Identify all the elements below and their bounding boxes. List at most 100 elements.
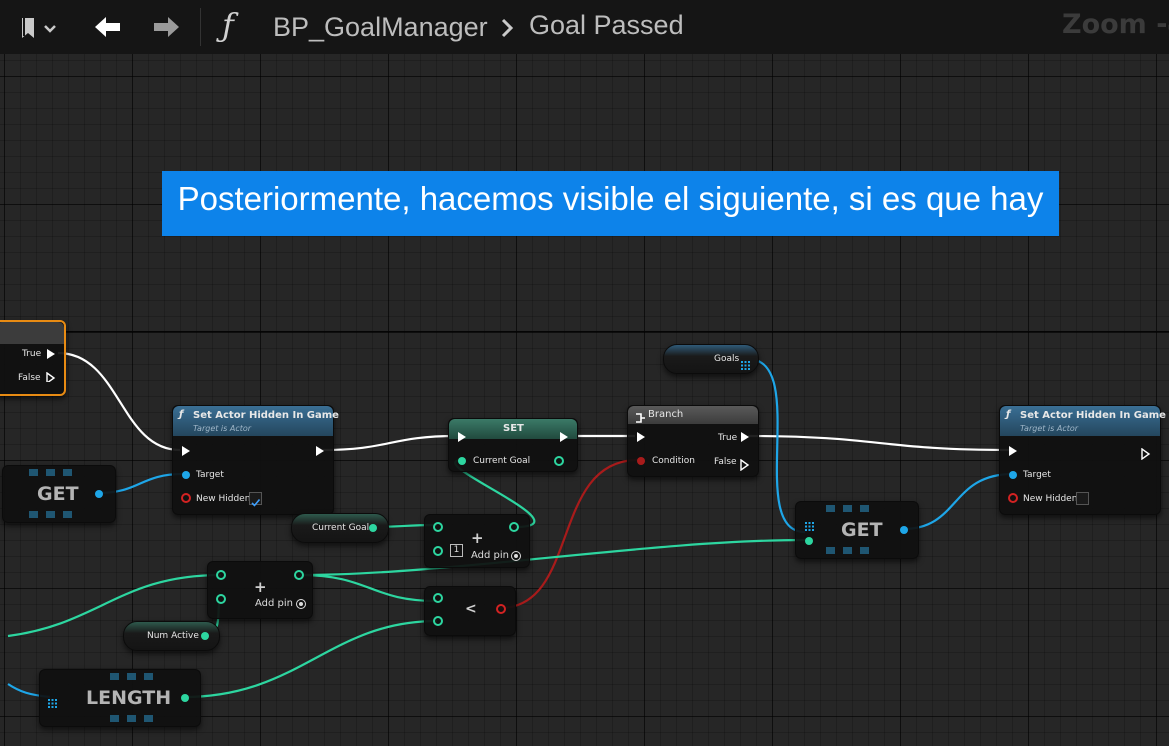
int-wire-length xyxy=(183,619,438,699)
new-hidden-checkbox[interactable] xyxy=(249,492,262,507)
exec-in-pin[interactable] xyxy=(182,446,190,456)
b-input-pin[interactable] xyxy=(433,616,443,626)
exec-wire-1 xyxy=(57,351,181,452)
plus-icon: + xyxy=(471,529,484,547)
false-exec-pin[interactable] xyxy=(740,456,750,475)
branch-node[interactable]: Branch True Condition False xyxy=(627,405,759,477)
breadcrumb-function[interactable]: Goal Passed xyxy=(529,10,684,41)
get-label: GET xyxy=(841,519,883,541)
current-goal-variable-node[interactable]: Current Goal xyxy=(291,513,389,543)
object-wire-right xyxy=(902,472,1014,531)
true-pin-label: True xyxy=(22,349,42,359)
branch-node-left[interactable]: True False xyxy=(0,320,66,396)
array-grid-icon[interactable] xyxy=(48,693,57,712)
true-pin-label: True xyxy=(718,433,738,443)
function-icon: ƒ xyxy=(1006,409,1011,420)
condition-pin[interactable] xyxy=(637,457,645,465)
sum-output-pin[interactable] xyxy=(294,570,304,580)
goals-variable-node[interactable]: Goals xyxy=(663,344,759,374)
length-output-pin[interactable] xyxy=(181,694,189,702)
zoom-level: Zoom -4 xyxy=(1062,9,1169,40)
exec-in-pin[interactable] xyxy=(637,432,645,442)
exec-out-pin[interactable] xyxy=(560,432,568,442)
less-than-node[interactable]: < xyxy=(424,586,516,636)
length-label: LENGTH xyxy=(86,687,172,709)
node-title: Set Actor Hidden In Game xyxy=(1020,410,1166,421)
add-pin-icon[interactable] xyxy=(511,551,521,561)
target-label: Target xyxy=(1023,470,1051,480)
checkmark-icon xyxy=(251,498,261,507)
exec-wire-4 xyxy=(747,434,1011,452)
breadcrumb-graph[interactable]: BP_GoalManager xyxy=(273,12,488,43)
set-current-goal-node[interactable]: SET Current Goal xyxy=(448,418,578,472)
set-actor-hidden-node-1[interactable]: ƒ Set Actor Hidden In Game Target is Act… xyxy=(172,405,339,515)
node-title: Branch xyxy=(648,409,684,420)
target-pin[interactable] xyxy=(1009,471,1017,479)
exec-in-pin[interactable] xyxy=(1009,446,1017,456)
sum-output-pin[interactable] xyxy=(509,522,519,532)
set-actor-hidden-node-2[interactable]: ƒ Set Actor Hidden In Game Target is Act… xyxy=(999,405,1166,515)
target-label: Target xyxy=(196,470,224,480)
less-than-symbol: < xyxy=(465,601,477,617)
new-hidden-checkbox[interactable] xyxy=(1076,492,1089,505)
goals-label: Goals xyxy=(714,354,740,364)
add-pin-label[interactable]: Add pin xyxy=(255,598,293,609)
current-goal-out-pin[interactable] xyxy=(554,456,564,466)
blueprint-graph-canvas[interactable]: Posteriormente, hacemos visible el sigui… xyxy=(0,54,1169,746)
add-pin-icon[interactable] xyxy=(296,599,306,609)
get-output-pin[interactable] xyxy=(900,526,908,534)
num-active-label: Num Active xyxy=(147,631,199,641)
get-array-node-left[interactable]: GET xyxy=(2,465,116,523)
false-pin-label: False xyxy=(18,373,41,383)
add-node-bottom[interactable]: + Add pin xyxy=(207,561,313,619)
add-node-top[interactable]: 1 + Add pin xyxy=(424,514,530,568)
true-exec-pin[interactable] xyxy=(47,349,55,359)
condition-label: Condition xyxy=(652,456,695,466)
a-input-pin[interactable] xyxy=(433,522,443,532)
plus-icon: + xyxy=(254,578,267,596)
get-array-node-right[interactable]: GET xyxy=(795,501,919,559)
target-pin[interactable] xyxy=(182,471,190,479)
current-goal-label: Current Goal xyxy=(312,523,370,533)
b-literal-box[interactable]: 1 xyxy=(450,544,463,557)
a-input-pin[interactable] xyxy=(216,570,226,580)
get-output-pin[interactable] xyxy=(95,490,103,498)
current-goal-pin-label: Current Goal xyxy=(473,456,531,466)
exec-out-pin[interactable] xyxy=(316,446,324,456)
b-input-pin[interactable] xyxy=(433,546,443,556)
current-goal-out-pin[interactable] xyxy=(369,524,377,532)
current-goal-in-pin[interactable] xyxy=(458,457,466,465)
bool-output-pin[interactable] xyxy=(496,604,506,614)
get-label: GET xyxy=(37,483,79,505)
node-title: Set Actor Hidden In Game xyxy=(193,410,339,421)
function-icon: ƒ xyxy=(222,6,234,44)
graph-toolbar: ƒ BP_GoalManager Goal Passed Zoom -4 xyxy=(0,0,1169,54)
exec-wire-2 xyxy=(321,434,457,452)
a-input-pin[interactable] xyxy=(433,593,443,603)
toolbar-divider xyxy=(200,8,201,46)
node-title: SET xyxy=(503,423,524,434)
new-hidden-pin[interactable] xyxy=(181,493,191,503)
array-grid-icon[interactable] xyxy=(805,516,814,535)
bookmark-icon[interactable] xyxy=(16,14,56,42)
num-active-out-pin[interactable] xyxy=(201,632,209,640)
add-pin-label[interactable]: Add pin xyxy=(471,550,509,561)
node-subtitle: Target is Actor xyxy=(193,424,252,433)
node-subtitle: Target is Actor xyxy=(1020,424,1079,433)
b-input-pin[interactable] xyxy=(216,594,226,604)
array-grid-icon[interactable] xyxy=(741,355,750,374)
new-hidden-pin[interactable] xyxy=(1008,493,1018,503)
exec-out-pin[interactable] xyxy=(1141,445,1151,464)
index-pin[interactable] xyxy=(805,537,813,545)
back-arrow-icon[interactable] xyxy=(92,13,124,45)
length-node[interactable]: LENGTH xyxy=(39,669,201,727)
forward-arrow-icon[interactable] xyxy=(150,13,182,45)
int-wire-add-to-less xyxy=(299,573,438,603)
false-pin-label: False xyxy=(714,457,737,467)
new-hidden-label: New Hidden xyxy=(196,494,251,504)
exec-in-pin[interactable] xyxy=(458,432,466,442)
true-exec-pin[interactable] xyxy=(741,432,749,442)
branch-icon xyxy=(634,409,646,428)
num-active-variable-node[interactable]: Num Active xyxy=(123,621,220,651)
new-hidden-label: New Hidden xyxy=(1023,494,1078,504)
